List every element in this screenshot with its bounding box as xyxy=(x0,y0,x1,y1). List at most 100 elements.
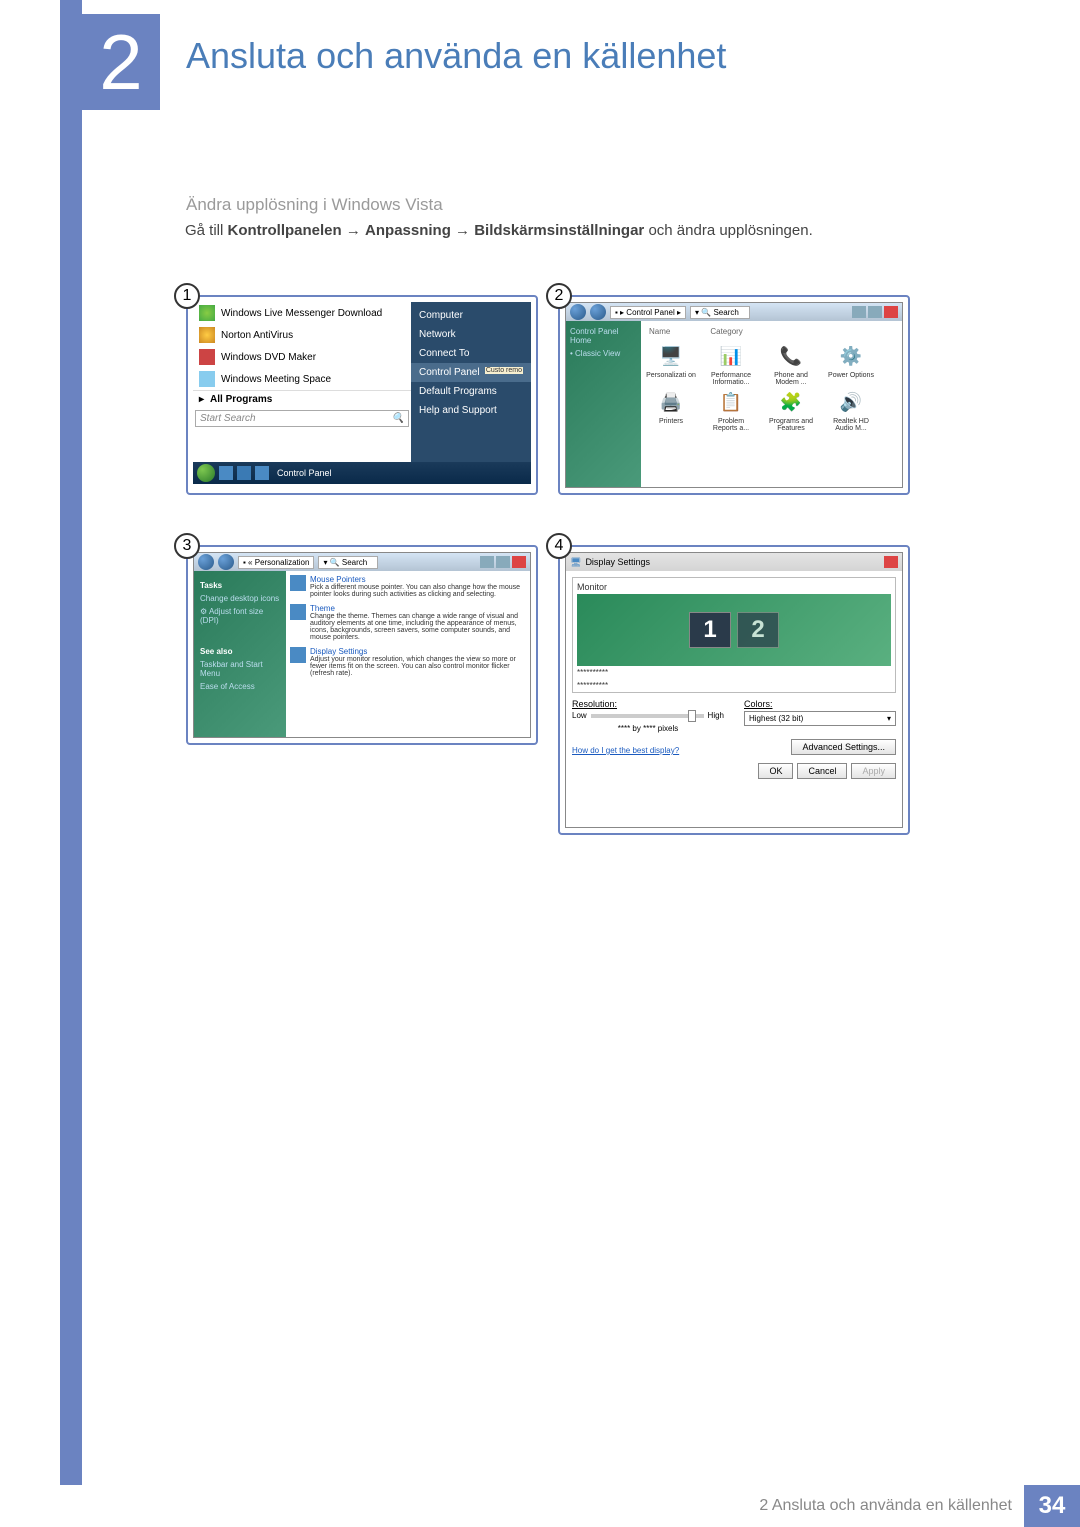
control-panel-item[interactable]: 📞Phone and Modem ... xyxy=(765,342,817,386)
monitor-2[interactable]: 2 xyxy=(737,612,779,648)
control-panel-grid: 🖥️Personalizati on📊Performance Informati… xyxy=(645,342,898,432)
monitor-name-masked: ********** xyxy=(577,679,891,692)
maximize-button[interactable] xyxy=(496,556,510,568)
taskbar-button-control-panel[interactable]: Control Panel xyxy=(273,468,336,478)
sidebar-home[interactable]: Control Panel Home xyxy=(570,325,637,347)
forward-button[interactable] xyxy=(590,304,606,320)
monitor-icon: 🖥 xyxy=(570,557,581,568)
page-footer: 2 Ansluta och använda en källenhet 34 xyxy=(0,1485,1080,1527)
personalization-item[interactable]: ThemeChange the theme. Themes can change… xyxy=(290,604,526,641)
monitor-name-masked: ********** xyxy=(577,666,891,679)
minimize-button[interactable] xyxy=(480,556,494,568)
start-orb[interactable] xyxy=(197,464,215,482)
cp-item-icon: ⚙️ xyxy=(837,342,865,370)
sidebar-change-icons[interactable]: Change desktop icons xyxy=(200,592,280,605)
breadcrumb-label: Personalization xyxy=(255,558,310,567)
window-titlebar: ▪ « Personalization ▾ 🔍 Search xyxy=(194,553,530,571)
window-titlebar: 🖥 Display Settings xyxy=(566,553,902,571)
start-right-control-panel[interactable]: Control PanelCusto remo xyxy=(411,363,531,382)
chapter-number: 2 xyxy=(99,17,142,108)
meeting-icon xyxy=(199,371,215,387)
help-link[interactable]: How do I get the best display? xyxy=(572,746,679,755)
maximize-button[interactable] xyxy=(868,306,882,318)
cp-item-label: Power Options xyxy=(825,372,877,379)
step-4: 4 🖥 Display Settings Monitor 1 2 *******… xyxy=(558,545,910,835)
back-button[interactable] xyxy=(198,554,214,570)
control-panel-item[interactable]: 🖥️Personalizati on xyxy=(645,342,697,386)
column-category: Category xyxy=(710,327,742,336)
cp-item-label: Performance Informatio... xyxy=(705,372,757,386)
search-input[interactable]: ▾ 🔍 Search xyxy=(318,556,378,569)
colors-value: Highest (32 bit) xyxy=(749,714,803,723)
start-right-item[interactable]: Help and Support xyxy=(411,401,531,420)
resolution-value: **** by **** pixels xyxy=(572,724,724,733)
start-search-input[interactable]: Start Search🔍 xyxy=(195,410,409,427)
resolution-slider[interactable]: Low High xyxy=(572,711,724,720)
start-right-item[interactable]: Computer xyxy=(411,306,531,325)
section-subtitle: Ändra upplösning i Windows Vista xyxy=(186,195,443,215)
colors-dropdown[interactable]: Highest (32 bit)▾ xyxy=(744,711,896,726)
column-name: Name xyxy=(649,327,670,336)
cancel-button[interactable]: Cancel xyxy=(797,763,847,779)
close-button[interactable] xyxy=(884,556,898,568)
close-button[interactable] xyxy=(512,556,526,568)
control-panel-item[interactable]: 📋Problem Reports a... xyxy=(705,388,757,432)
start-right-item[interactable]: Connect To xyxy=(411,344,531,363)
advanced-settings-button[interactable]: Advanced Settings... xyxy=(791,739,896,755)
start-item[interactable]: Windows Live Messenger Download xyxy=(193,302,411,324)
slider-thumb[interactable] xyxy=(688,710,696,722)
classic-view-label: Classic View xyxy=(575,349,620,358)
personalization-main: Mouse PointersPick a different mouse poi… xyxy=(286,571,530,737)
pz-item-desc: Change the theme. Themes can change a wi… xyxy=(310,613,526,641)
back-button[interactable] xyxy=(570,304,586,320)
quick-launch-icon[interactable] xyxy=(255,466,269,480)
control-panel-item[interactable]: ⚙️ Power Options xyxy=(825,342,877,386)
control-panel-item[interactable]: 🖨️Printers xyxy=(645,388,697,432)
breadcrumb[interactable]: ▪ ▸ Control Panel ▸ xyxy=(610,306,686,319)
close-button[interactable] xyxy=(884,306,898,318)
quick-launch-icon[interactable] xyxy=(237,466,251,480)
taskbar: Control Panel xyxy=(193,462,531,484)
control-panel-item[interactable]: 📊Performance Informatio... xyxy=(705,342,757,386)
start-item-label: Windows Meeting Space xyxy=(221,374,331,385)
sidebar-classic-view[interactable]: • Classic View xyxy=(570,347,637,360)
sidebar-ease-link[interactable]: Ease of Access xyxy=(200,680,280,693)
all-programs[interactable]: ▸ All Programs xyxy=(193,390,411,408)
start-right-item[interactable]: Network xyxy=(411,325,531,344)
tasks-heading: Tasks xyxy=(200,581,280,590)
personalization-item[interactable]: Display SettingsAdjust your monitor reso… xyxy=(290,647,526,677)
start-item[interactable]: Norton AntiVirus xyxy=(193,324,411,346)
start-item[interactable]: Windows Meeting Space xyxy=(193,368,411,390)
control-panel-item[interactable]: 🧩Programs and Features xyxy=(765,388,817,432)
personalization-item[interactable]: Mouse PointersPick a different mouse poi… xyxy=(290,575,526,598)
cp-item-label: Realtek HD Audio M... xyxy=(825,418,877,432)
norton-icon xyxy=(199,327,215,343)
cp-item-icon: 🔊 xyxy=(837,388,865,416)
forward-button[interactable] xyxy=(218,554,234,570)
step-2: 2 ▪ ▸ Control Panel ▸ ▾ 🔍 Search Control… xyxy=(558,295,910,495)
start-right-item[interactable]: Default Programs xyxy=(411,382,531,401)
minimize-button[interactable] xyxy=(852,306,866,318)
step-2-badge: 2 xyxy=(546,283,572,309)
apply-button[interactable]: Apply xyxy=(851,763,896,779)
pz-item-icon xyxy=(290,575,306,591)
ok-button[interactable]: OK xyxy=(758,763,793,779)
step-3: 3 ▪ « Personalization ▾ 🔍 Search Tasks C… xyxy=(186,545,538,745)
start-item[interactable]: Windows DVD Maker xyxy=(193,346,411,368)
sidebar-adjust-dpi[interactable]: ⚙ Adjust font size (DPI) xyxy=(200,605,280,627)
quick-launch-icon[interactable] xyxy=(219,466,233,480)
slider-low-label: Low xyxy=(572,711,587,720)
pz-item-icon xyxy=(290,647,306,663)
pz-item-title: Mouse Pointers xyxy=(310,575,526,584)
pz-item-desc: Pick a different mouse pointer. You can … xyxy=(310,584,526,598)
sidebar-taskbar-link[interactable]: Taskbar and Start Menu xyxy=(200,658,280,680)
breadcrumb[interactable]: ▪ « Personalization xyxy=(238,556,314,569)
cp-item-label: Programs and Features xyxy=(765,418,817,432)
cp-item-label: Phone and Modem ... xyxy=(765,372,817,386)
search-icon: 🔍 xyxy=(392,413,404,424)
display-settings-window: 🖥 Display Settings Monitor 1 2 *********… xyxy=(565,552,903,828)
control-panel-item[interactable]: 🔊 Realtek HD Audio M... xyxy=(825,388,877,432)
search-input[interactable]: ▾ 🔍 Search xyxy=(690,306,750,319)
path-control-panel: Kontrollpanelen xyxy=(228,222,342,239)
monitor-1[interactable]: 1 xyxy=(689,612,731,648)
